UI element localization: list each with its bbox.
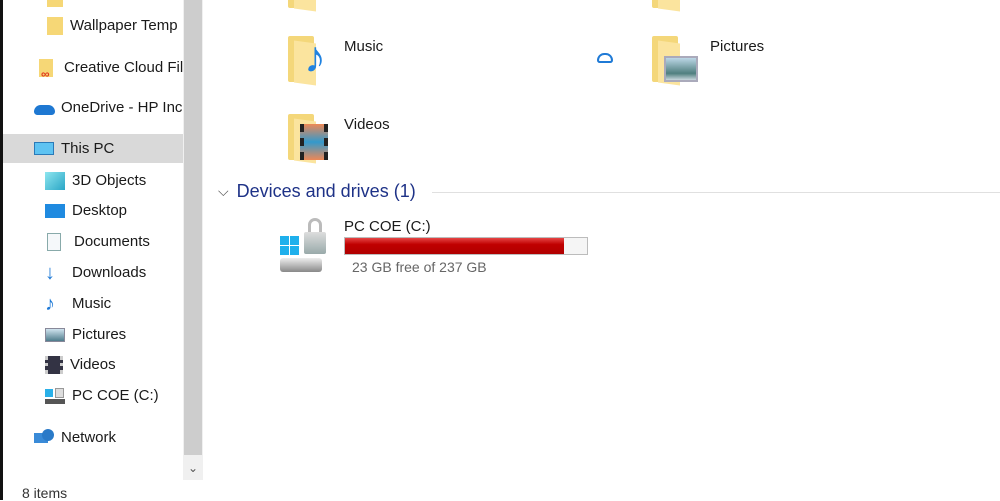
folder-label: Videos <box>344 116 390 133</box>
group-divider <box>432 192 1000 193</box>
document-icon <box>47 232 61 251</box>
drive-usage-fill <box>345 238 564 254</box>
sidebar-item-label: Wallpaper Temp <box>70 17 178 34</box>
sidebar-item-wallpaper[interactable]: Wallpaper Temp <box>3 11 183 40</box>
drive-usage-bar <box>344 237 588 255</box>
drive-icon <box>45 387 65 405</box>
download-arrow-icon: ↓ <box>45 261 55 284</box>
sidebar-item-label: 3D Objects <box>72 172 147 189</box>
sidebar-scrollbar[interactable]: ⌄ <box>183 0 203 480</box>
sidebar-item-desktop[interactable]: Desktop <box>3 196 183 225</box>
music-note-icon: ♪ <box>45 292 55 315</box>
sidebar-item-creative-cloud[interactable]: ∞ Creative Cloud Fil <box>3 53 183 82</box>
sidebar-item-label: Videos <box>70 356 116 373</box>
sidebar-item-label: OneDrive - HP Inc <box>61 99 183 116</box>
navigation-pane: Wallpaper Temp ∞ Creative Cloud Fil OneDr… <box>3 0 183 480</box>
sidebar-item-videos[interactable]: Videos <box>3 350 183 379</box>
scroll-down-button[interactable]: ⌄ <box>183 458 203 478</box>
sidebar-item-label: Creative Cloud Fil <box>64 59 183 76</box>
desktop-icon <box>45 203 65 218</box>
sidebar-item-3d-objects[interactable]: 3D Objects <box>3 166 183 195</box>
drive-lock-icon <box>278 218 338 274</box>
sidebar-item-label: PC COE (C:) <box>72 387 159 404</box>
sidebar-item-pc-coe[interactable]: PC COE (C:) <box>3 381 183 410</box>
drive-free-space: 23 GB free of 237 GB <box>352 259 487 275</box>
sidebar-item-pictures[interactable]: Pictures <box>3 320 183 349</box>
group-header-devices[interactable]: ⌵ Devices and drives (1) <box>218 181 416 202</box>
film-icon <box>45 355 63 374</box>
folder-label: Pictures <box>710 38 765 55</box>
sidebar-item-music[interactable]: ♪ Music <box>3 289 183 318</box>
sidebar-item-label: Documents <box>74 233 150 250</box>
cube-icon <box>45 171 65 190</box>
sidebar-item-label: Network <box>61 429 117 446</box>
sidebar-item-this-pc[interactable]: This PC <box>3 134 183 163</box>
sidebar-item-network[interactable]: Network <box>3 423 183 452</box>
folder-label: Music <box>344 38 384 55</box>
chevron-down-icon[interactable]: ⌵ <box>218 183 229 200</box>
creative-cloud-icon: ∞ <box>37 58 57 81</box>
sidebar-item-label: Desktop <box>72 202 128 219</box>
pictures-folder-icon <box>650 34 698 86</box>
picture-icon <box>45 327 65 342</box>
sidebar-item-label: Downloads <box>72 264 147 281</box>
videos-folder-icon <box>286 112 334 164</box>
sidebar-item-label: Music <box>72 295 112 312</box>
network-icon <box>34 428 54 447</box>
onedrive-icon <box>34 99 55 117</box>
folder-icon[interactable] <box>286 0 334 12</box>
folder-icon[interactable] <box>650 0 698 12</box>
music-folder-icon: ♪ <box>286 34 334 86</box>
group-header-label: Devices and drives (1) <box>236 181 416 201</box>
folder-icon <box>47 0 63 7</box>
status-item-count: 8 items <box>22 485 68 501</box>
computer-icon <box>34 140 54 158</box>
sidebar-item-onedrive[interactable]: OneDrive - HP Inc <box>3 93 183 122</box>
sidebar-item-label: This PC <box>61 140 115 157</box>
sidebar-item-downloads[interactable]: ↓ Downloads <box>3 258 183 287</box>
drive-name: PC COE (C:) <box>344 218 431 235</box>
sidebar-item-label: Pictures <box>72 326 127 343</box>
sidebar-item-documents[interactable]: Documents <box>3 227 183 256</box>
cloud-icon <box>597 53 613 63</box>
folder-icon <box>47 16 63 35</box>
scrollbar-thumb[interactable] <box>184 0 202 455</box>
